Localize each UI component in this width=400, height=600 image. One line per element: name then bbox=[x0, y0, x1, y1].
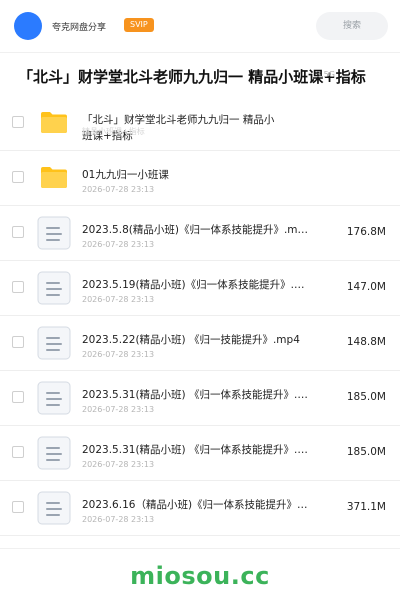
row-checkbox[interactable] bbox=[12, 501, 24, 513]
document-icon bbox=[37, 271, 71, 305]
row-checkbox[interactable] bbox=[12, 281, 24, 293]
item-name[interactable]: 2023.5.22(精品小班) 《归一技能提升》.mp4 bbox=[82, 332, 310, 347]
item-size: 371.1M bbox=[346, 501, 386, 513]
row-checkbox[interactable] bbox=[12, 446, 24, 458]
file-row[interactable]: 2023.5.31(精品小班) 《归一体系技能提升》.mp4 2026-07-28… bbox=[0, 371, 400, 426]
search-input[interactable]: 搜索 bbox=[316, 12, 388, 40]
document-icon bbox=[37, 326, 71, 360]
item-name[interactable]: 2023.5.31(精品小班) 《归一体系技能提升》.mp4 bbox=[82, 442, 310, 457]
folder-size: 3.5G bbox=[316, 70, 335, 79]
header-bar: 夸克网盘分享 SVIP 搜索 bbox=[0, 0, 400, 53]
watermark: miosou.cc bbox=[130, 562, 270, 590]
item-size: 176.8M bbox=[346, 226, 386, 238]
file-row[interactable]: 2023.5.8(精品小班)《归一体系技能提升》.mp4 2026-07-28 2… bbox=[0, 206, 400, 261]
item-name[interactable]: 2023.5.19(精品小班)《归一体系技能提升》.mp4 bbox=[82, 277, 310, 292]
item-size: 147.0M bbox=[346, 281, 386, 293]
share-page: 夸克网盘分享 SVIP 搜索 「北斗」财学堂北斗老师九九归一 精品小班课+指标 … bbox=[0, 0, 400, 600]
folder-icon bbox=[40, 110, 68, 134]
folder-title: 「北斗」财学堂北斗老师九九归一 精品小班课+指标 bbox=[18, 68, 366, 86]
item-date: 2026-07-28 23:13 bbox=[82, 515, 155, 524]
document-icon bbox=[37, 381, 71, 415]
row-checkbox[interactable] bbox=[12, 391, 24, 403]
document-icon bbox=[37, 216, 71, 250]
document-icon bbox=[37, 436, 71, 470]
divider bbox=[0, 548, 400, 549]
avatar[interactable] bbox=[14, 12, 42, 40]
row-checkbox[interactable] bbox=[12, 336, 24, 348]
item-size: 185.0M bbox=[346, 391, 386, 403]
file-row[interactable]: 2023.5.22(精品小班) 《归一技能提升》.mp4 2026-07-28 2… bbox=[0, 316, 400, 371]
file-row[interactable]: 2023.6.16（精品小班)《归一体系技能提升》.mp4 2026-07-28 … bbox=[0, 481, 400, 536]
item-name[interactable]: 2023.5.8(精品小班)《归一体系技能提升》.mp4 bbox=[82, 222, 310, 237]
folder-row[interactable]: 「北斗」财学堂北斗老师九九归一 精品小班课+指标 精品小班课+指标 bbox=[0, 96, 400, 151]
svip-badge: SVIP bbox=[124, 18, 154, 32]
folder-icon bbox=[40, 165, 68, 189]
item-date: 2026-07-28 23:13 bbox=[82, 185, 155, 194]
row-checkbox[interactable] bbox=[12, 116, 24, 128]
item-date: 精品小班课+指标 bbox=[82, 127, 145, 136]
row-checkbox[interactable] bbox=[12, 226, 24, 238]
user-name[interactable]: 夸克网盘分享 bbox=[52, 20, 106, 33]
file-row[interactable]: 2023.5.19(精品小班)《归一体系技能提升》.mp4 2026-07-28 … bbox=[0, 261, 400, 316]
item-size: 148.8M bbox=[346, 336, 386, 348]
item-date: 2026-07-28 23:13 bbox=[82, 295, 155, 304]
file-row[interactable]: 2023.5.31(精品小班) 《归一体系技能提升》.mp4 2026-07-28… bbox=[0, 426, 400, 481]
item-date: 2026-07-28 23:13 bbox=[82, 240, 155, 249]
row-checkbox[interactable] bbox=[12, 171, 24, 183]
item-date: 2026-07-28 23:13 bbox=[82, 350, 155, 359]
document-icon bbox=[37, 491, 71, 525]
item-name[interactable]: 2023.5.31(精品小班) 《归一体系技能提升》.mp4 bbox=[82, 387, 310, 402]
file-list: 「北斗」财学堂北斗老师九九归一 精品小班课+指标 精品小班课+指标 01九九归一小班… bbox=[0, 96, 400, 536]
item-date: 2026-07-28 23:13 bbox=[82, 405, 155, 414]
item-name[interactable]: 2023.6.16（精品小班)《归一体系技能提升》.mp4 bbox=[82, 497, 310, 512]
folder-row[interactable]: 01九九归一小班课 2026-07-28 23:13 bbox=[0, 151, 400, 206]
item-name[interactable]: 01九九归一小班课 bbox=[82, 167, 310, 182]
item-size: 185.0M bbox=[346, 446, 386, 458]
item-date: 2026-07-28 23:13 bbox=[82, 460, 155, 469]
